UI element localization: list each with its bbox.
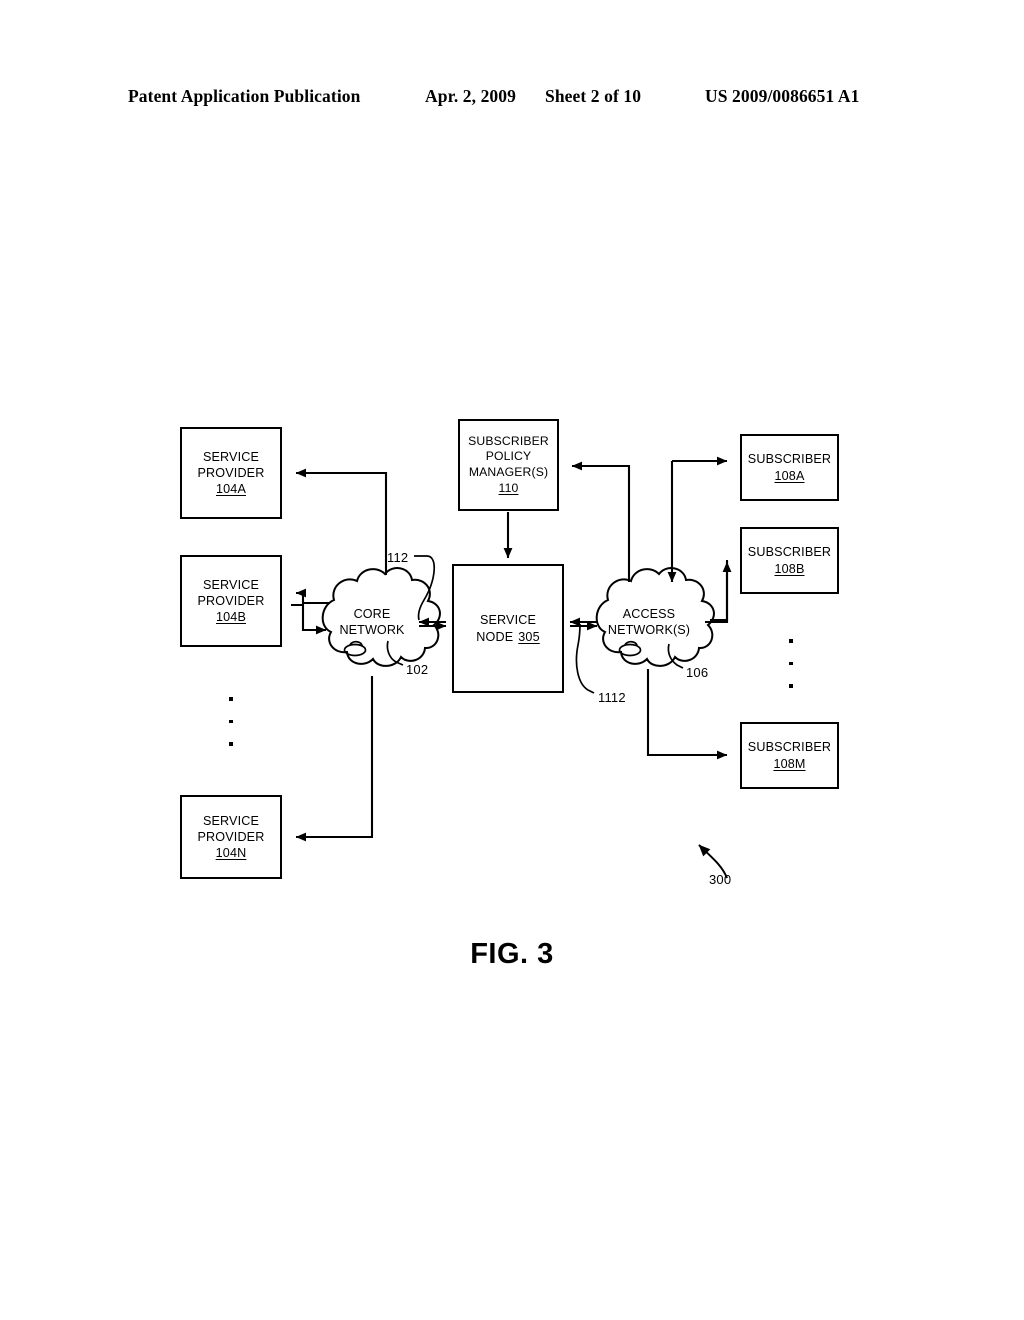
ellipsis-service-providers — [229, 697, 235, 765]
node-ref-110: 110 — [498, 480, 519, 495]
node-label-line2: PROVIDER — [197, 593, 265, 608]
node-label-line1: SUBSCRIBER — [468, 433, 549, 448]
leader-106 — [667, 643, 684, 669]
reference-numeral-106: 106 — [686, 665, 709, 680]
ellipsis-dot — [789, 684, 793, 688]
node-label-line1: SUBSCRIBER — [747, 545, 832, 560]
node-ref-108m: 108M — [773, 756, 806, 771]
node-ref-305: 305 — [518, 629, 540, 644]
link-core-to-sp104a — [295, 468, 388, 575]
reference-numeral-300: 300 — [709, 872, 732, 887]
node-ref-108a: 108A — [774, 468, 805, 483]
node-label-line1: SERVICE — [202, 449, 260, 464]
node-service-provider-104b[interactable]: SERVICE PROVIDER 104B — [180, 555, 282, 647]
node-ref-108b: 108B — [774, 561, 805, 576]
access-network-cloud-shape — [595, 567, 715, 667]
figure-diagram: SUBSCRIBER POLICY MANAGER(S) ===== --> S… — [0, 0, 1024, 1320]
node-label-line3: MANAGER(S) — [468, 465, 549, 479]
node-label-line1: SUBSCRIBER — [747, 740, 832, 755]
link-core-to-sp104n — [295, 676, 374, 842]
link-sp104b-to-core — [291, 603, 327, 635]
ellipsis-dot — [789, 639, 793, 643]
ellipsis-dot — [229, 719, 233, 724]
link-core-to-sp104b — [295, 588, 330, 605]
node-label-line1: SERVICE — [479, 613, 537, 628]
node-label-line1: SUBSCRIBER — [747, 452, 832, 467]
ellipsis-dot — [789, 661, 793, 666]
leader-1112 — [575, 623, 595, 694]
node-service-provider-104n[interactable]: SERVICE PROVIDER 104N — [180, 795, 282, 879]
node-ref-104n: 104N — [215, 846, 247, 861]
ellipsis-dot — [229, 742, 233, 746]
core-network-cloud-shape — [321, 567, 441, 667]
node-subscriber-108b[interactable]: SUBSCRIBER 108B — [740, 527, 839, 594]
figure-caption: FIG. 3 — [470, 938, 554, 970]
node-ref-104b: 104B — [215, 610, 246, 625]
node-subscriber-108a[interactable]: SUBSCRIBER 108A — [740, 434, 839, 501]
node-service-provider-104a[interactable]: SERVICE PROVIDER 104A — [180, 427, 282, 519]
ellipsis-subscribers — [789, 639, 795, 707]
node-subscriber-policy-manager-110[interactable]: SUBSCRIBER POLICY MANAGER(S) 110 — [458, 419, 559, 511]
link-access-to-sub108b — [705, 561, 732, 624]
node-label-line1: SERVICE — [202, 813, 260, 828]
link-access-to-spm — [571, 461, 631, 582]
node-subscriber-108m[interactable]: SUBSCRIBER 108M — [740, 722, 839, 789]
link-access-to-sub108m — [646, 669, 728, 760]
node-label-line2: NODE — [476, 629, 514, 644]
node-service-node-305[interactable]: SERVICE NODE 305 — [452, 564, 564, 693]
node-label-line2: POLICY — [485, 449, 532, 464]
ellipsis-dot — [229, 697, 233, 701]
reference-numeral-102: 102 — [406, 662, 429, 677]
reference-numeral-112: 112 — [387, 550, 409, 565]
leader-112 — [414, 555, 435, 621]
node-label-line2: PROVIDER — [197, 829, 265, 844]
node-label-line2: PROVIDER — [197, 465, 265, 480]
reference-numeral-1112: 1112 — [598, 690, 626, 705]
node-label-line2-row: NODE 305 — [476, 629, 539, 645]
node-label-line1: SERVICE — [202, 577, 260, 592]
leader-102 — [386, 640, 404, 666]
node-ref-104a: 104A — [215, 482, 246, 497]
